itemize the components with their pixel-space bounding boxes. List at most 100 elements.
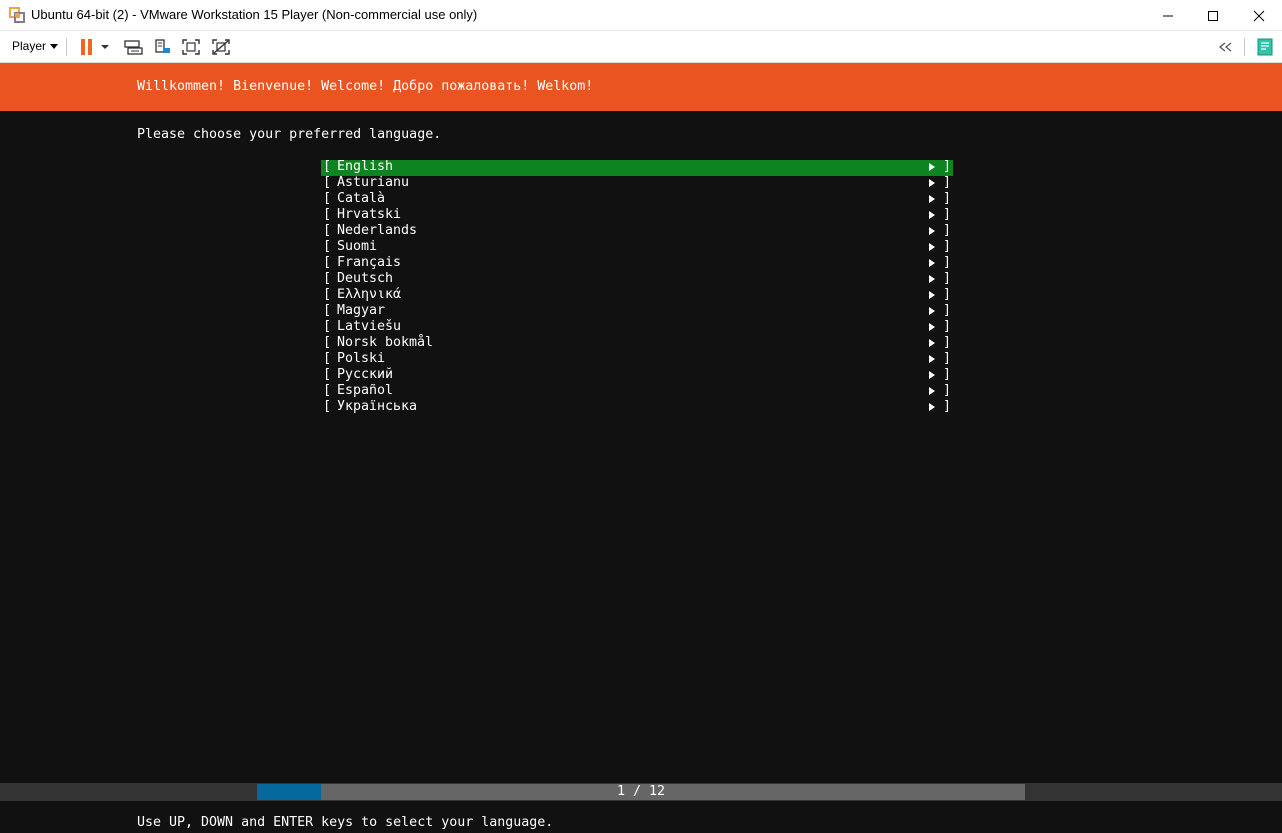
submenu-arrow-icon [929, 355, 935, 363]
language-item[interactable]: [ Русский] [321, 367, 953, 384]
minimize-icon [1163, 15, 1173, 16]
close-icon [1253, 10, 1265, 21]
submenu-arrow-icon [929, 403, 935, 411]
toolbar-divider [1244, 38, 1245, 56]
bracket-open: [ [323, 223, 332, 238]
language-prompt: Please choose your preferred language. [137, 127, 442, 142]
bracket-close: ] [943, 159, 952, 174]
progress-bar: 1 / 12 [257, 784, 1025, 800]
notes-button[interactable] [1255, 38, 1275, 56]
bracket-close: ] [943, 367, 952, 382]
language-label: Українська [337, 399, 418, 414]
bracket-open: [ [323, 255, 332, 270]
maximize-button[interactable] [1190, 0, 1236, 31]
bracket-open: [ [323, 383, 332, 398]
bracket-close: ] [943, 175, 952, 190]
bracket-open: [ [323, 159, 332, 174]
vm-console[interactable]: Willkommen! Bienvenue! Welcome! Добро по… [0, 63, 1282, 833]
pause-button[interactable] [78, 38, 110, 56]
bracket-close: ] [943, 287, 952, 302]
bracket-open: [ [323, 319, 332, 334]
language-item[interactable]: [ English] [321, 159, 953, 176]
bracket-close: ] [943, 335, 952, 350]
submenu-arrow-icon [929, 339, 935, 347]
send-ctrl-alt-del-button[interactable] [123, 38, 143, 56]
language-label: Español [337, 383, 394, 398]
language-label: Hrvatski [337, 207, 402, 222]
bracket-open: [ [323, 351, 332, 366]
bracket-close: ] [943, 239, 952, 254]
chevron-down-icon [50, 43, 59, 49]
submenu-arrow-icon [929, 291, 935, 299]
bracket-open: [ [323, 287, 332, 302]
submenu-arrow-icon [929, 371, 935, 379]
language-item[interactable]: [ Українська] [321, 399, 953, 416]
pause-icon [81, 39, 109, 55]
submenu-arrow-icon [929, 275, 935, 283]
removable-devices-button[interactable] [153, 38, 173, 56]
bracket-close: ] [943, 399, 952, 414]
player-menu-label: Player [12, 39, 47, 53]
bracket-close: ] [943, 255, 952, 270]
language-item[interactable]: [ Nederlands] [321, 223, 953, 240]
bracket-open: [ [323, 399, 332, 414]
unity-button[interactable] [211, 38, 231, 56]
collapse-toolbar-button[interactable] [1216, 38, 1236, 56]
bracket-open: [ [323, 207, 332, 222]
language-label: Русский [337, 367, 394, 382]
bracket-close: ] [943, 207, 952, 222]
bracket-open: [ [323, 175, 332, 190]
submenu-arrow-icon [929, 163, 935, 171]
fullscreen-button[interactable] [181, 38, 201, 56]
notes-icon [1257, 38, 1273, 56]
bracket-close: ] [943, 223, 952, 238]
language-item[interactable]: [Latviešu] [321, 319, 953, 336]
bracket-open: [ [323, 303, 332, 318]
language-label: English [337, 159, 394, 174]
installer-header: Willkommen! Bienvenue! Welcome! Добро по… [0, 63, 1282, 111]
language-item[interactable]: [ Français] [321, 255, 953, 272]
close-button[interactable] [1236, 0, 1282, 31]
language-label: Asturianu [337, 175, 410, 190]
language-item[interactable]: [ Hrvatski] [321, 207, 953, 224]
bracket-close: ] [943, 383, 952, 398]
language-label: Latviešu [337, 319, 402, 334]
bracket-open: [ [323, 191, 332, 206]
bracket-open: [ [323, 367, 332, 382]
language-label: Deutsch [337, 271, 394, 286]
minimize-button[interactable] [1145, 0, 1191, 31]
bracket-open: [ [323, 271, 332, 286]
language-item[interactable]: [ Deutsch] [321, 271, 953, 288]
language-item[interactable]: [ Español] [321, 383, 953, 400]
language-item[interactable]: [ Ελληνικά] [321, 287, 953, 304]
language-item[interactable]: [Magyar] [321, 303, 953, 320]
player-menu-button[interactable]: Player [12, 39, 59, 53]
bracket-close: ] [943, 271, 952, 286]
unity-icon [212, 39, 230, 55]
submenu-arrow-icon [929, 307, 935, 315]
maximize-icon [1208, 10, 1218, 21]
language-item[interactable]: [Norsk bokmål] [321, 335, 953, 352]
vmware-player-icon [9, 7, 25, 23]
welcome-text: Willkommen! Bienvenue! Welcome! Добро по… [137, 79, 594, 94]
window-title: Ubuntu 64-bit (2) - VMware Workstation 1… [31, 7, 478, 22]
language-item[interactable]: [ Suomi] [321, 239, 953, 256]
language-item[interactable]: [Català] [321, 191, 953, 208]
language-label: Polski [337, 351, 386, 366]
language-label: Nederlands [337, 223, 418, 238]
bracket-open: [ [323, 335, 332, 350]
language-item[interactable]: [ Asturianu] [321, 175, 953, 192]
submenu-arrow-icon [929, 179, 935, 187]
toolbar-divider [66, 38, 67, 56]
send-ctrl-alt-del-icon [124, 40, 143, 55]
language-label: Français [337, 255, 402, 270]
collapse-toolbar-icon [1218, 42, 1232, 52]
bracket-open: [ [323, 239, 332, 254]
language-label: Suomi [337, 239, 378, 254]
fullscreen-icon [182, 39, 200, 55]
submenu-arrow-icon [929, 259, 935, 267]
submenu-arrow-icon [929, 211, 935, 219]
language-item[interactable]: [Polski] [321, 351, 953, 368]
language-label: Ελληνικά [337, 287, 402, 302]
player-toolbar: Player [0, 31, 1282, 63]
